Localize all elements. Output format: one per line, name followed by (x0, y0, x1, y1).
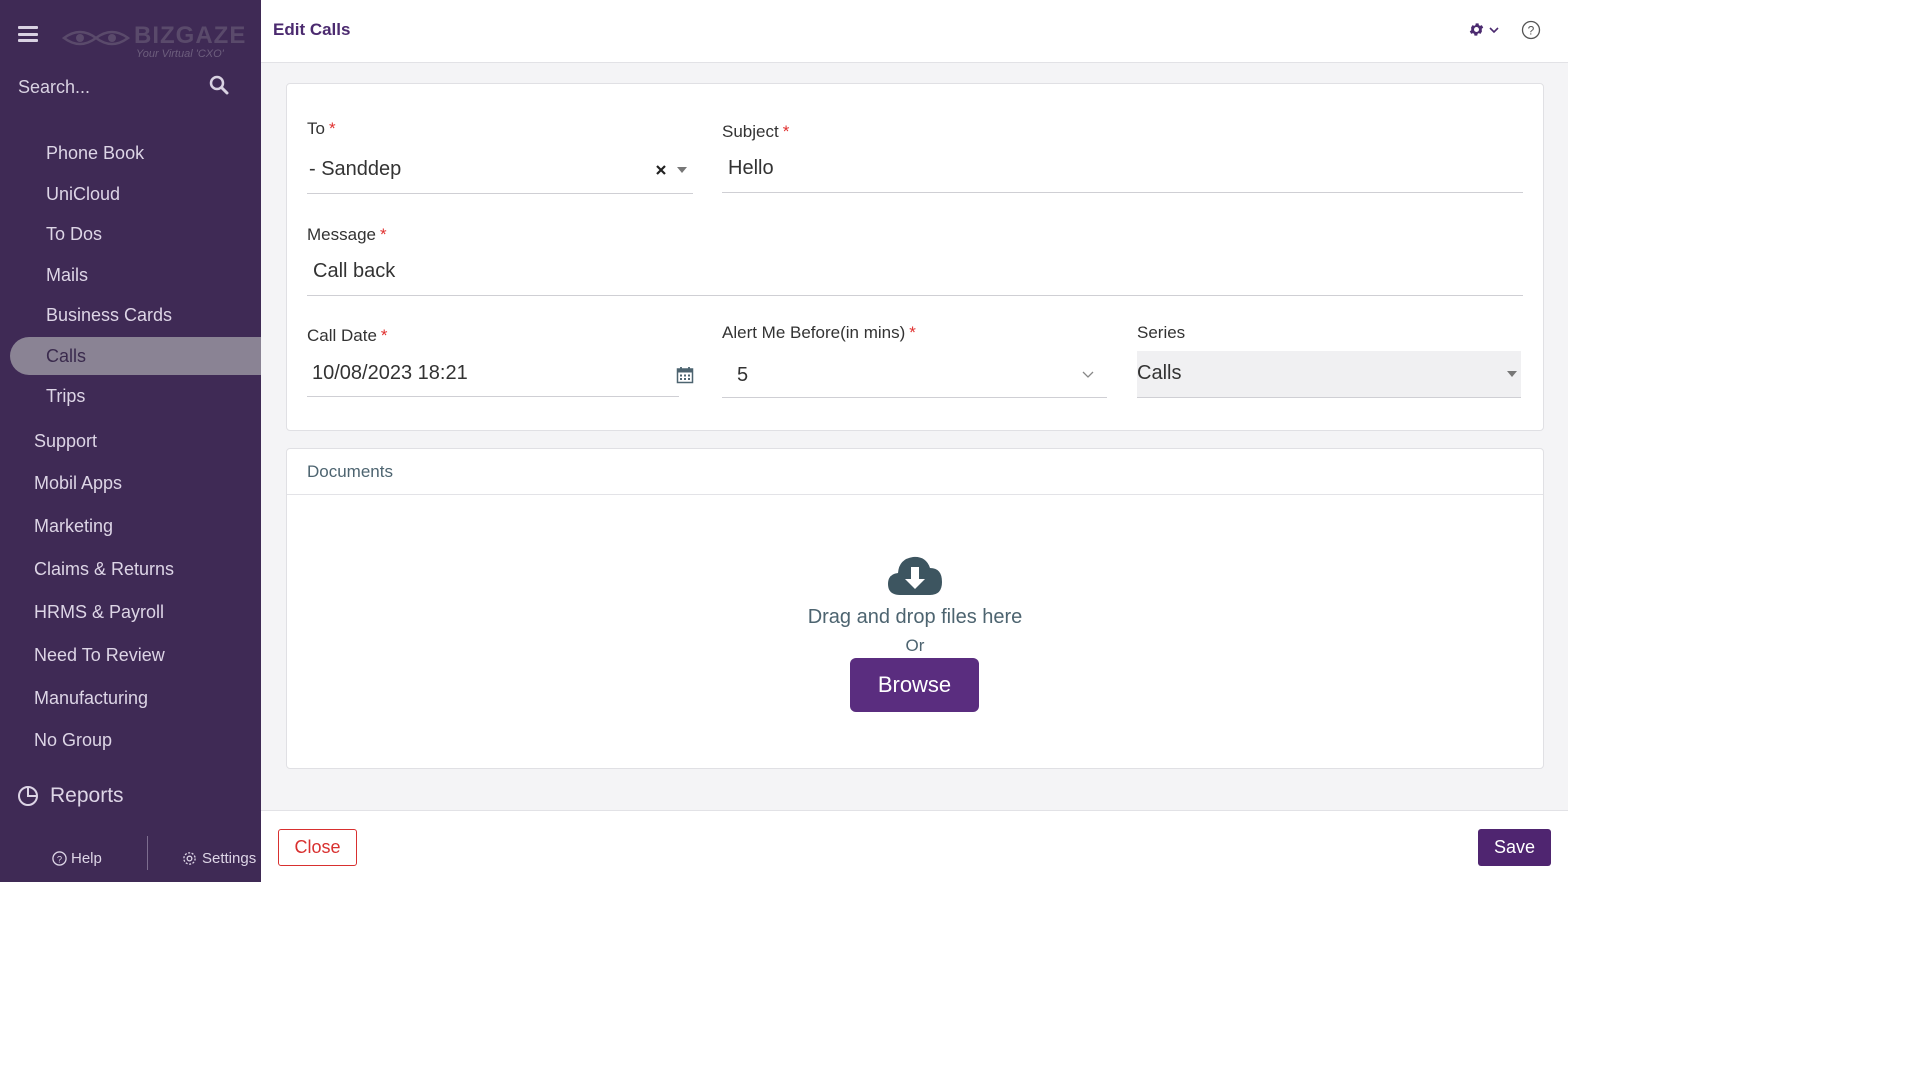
browse-button[interactable]: Browse (850, 658, 979, 712)
alert-label: Alert Me Before(in mins) * (722, 323, 916, 342)
message-input[interactable]: Call back (307, 250, 1523, 296)
to-value: - Sanddep (309, 158, 402, 180)
page-footer: Close Save (261, 810, 1568, 883)
settings-label: Settings (202, 850, 257, 867)
sidebar-item-unicloud[interactable]: UniCloud (10, 175, 261, 213)
documents-title: Documents (307, 462, 393, 481)
svg-text:?: ? (1528, 24, 1535, 38)
chevron-down-icon (1082, 371, 1094, 378)
call-date-value: 10/08/2023 18:21 (312, 362, 468, 384)
sidebar-item-trips[interactable]: Trips (10, 377, 261, 415)
to-select[interactable]: - Sanddep (307, 147, 693, 194)
help-icon[interactable]: ? (1521, 20, 1541, 40)
file-drop-zone[interactable]: Drag and drop files here Or Browse (287, 495, 1543, 767)
or-text: Or (905, 636, 925, 655)
sidebar-reports[interactable]: Reports (16, 780, 124, 812)
settings-link[interactable]: Settings (182, 850, 256, 867)
gear-icon (1469, 23, 1484, 36)
sidebar-item-to-dos[interactable]: To Dos (10, 215, 261, 253)
help-link[interactable]: ? Help (52, 850, 102, 867)
sidebar-item-phone-book[interactable]: Phone Book (10, 134, 261, 172)
sidebar-group-need-to-review[interactable]: Need To Review (34, 641, 165, 669)
app-logo: BIZGAZE Your Virtual 'CXO' (62, 12, 252, 60)
sidebar-footer: ? Help Settings (0, 836, 261, 882)
caret-down-icon[interactable] (677, 166, 687, 174)
documents-header: Documents (287, 449, 1543, 495)
sidebar-group-support[interactable]: Support (34, 427, 97, 455)
message-label: Message * (307, 225, 387, 244)
sidebar-item-business-cards[interactable]: Business Cards (10, 296, 261, 334)
brand-tagline: Your Virtual 'CXO' (136, 48, 224, 60)
calendar-icon[interactable] (676, 366, 694, 384)
series-select[interactable]: Calls (1137, 351, 1521, 398)
page-title: Edit Calls (273, 20, 351, 39)
call-date-input[interactable]: 10/08/2023 18:21 (307, 350, 679, 397)
subject-value: Hello (728, 157, 774, 179)
alert-value: 5 (737, 364, 749, 386)
sidebar-group-no-group[interactable]: No Group (34, 726, 112, 754)
call-form: To * - Sanddep Subject * Hello Message * Ca… (286, 83, 1544, 431)
footer-divider (147, 836, 148, 870)
reports-icon (18, 786, 38, 806)
drop-text: Drag and drop files here (807, 606, 1023, 628)
main-panel: Edit Calls ? To * - Sanddep Subject * He… (261, 0, 1568, 883)
sidebar-group-claims-returns[interactable]: Claims & Returns (34, 555, 174, 583)
sidebar-item-mails[interactable]: Mails (10, 256, 261, 294)
sidebar-topbar: BIZGAZE Your Virtual 'CXO' (0, 0, 261, 68)
series-value: Calls (1137, 362, 1182, 384)
call-date-label: Call Date * (307, 326, 388, 345)
close-button[interactable]: Close (278, 829, 357, 866)
alert-select[interactable]: 5 (722, 350, 1107, 398)
subject-label: Subject * (722, 122, 790, 141)
sidebar: BIZGAZE Your Virtual 'CXO' Phone Book Un… (0, 0, 261, 882)
to-label: To * (307, 119, 336, 138)
reports-label: Reports (50, 784, 124, 807)
page-header: Edit Calls ? (261, 0, 1568, 63)
help-circle-icon: ? (52, 851, 67, 866)
settings-dropdown[interactable] (1468, 21, 1499, 38)
search-icon[interactable] (209, 75, 229, 95)
logo-eyes-icon (62, 30, 130, 46)
sidebar-group-mobil-apps[interactable]: Mobil Apps (34, 469, 122, 497)
save-button[interactable]: Save (1478, 829, 1551, 866)
svg-text:?: ? (57, 854, 62, 864)
menu-icon[interactable] (18, 26, 38, 42)
sidebar-group-hrms-payroll[interactable]: HRMS & Payroll (34, 598, 164, 626)
search-input[interactable] (16, 72, 200, 102)
cloud-download-icon (888, 556, 942, 595)
series-label: Series (1137, 323, 1186, 342)
help-label: Help (71, 850, 102, 867)
brand-name: BIZGAZE (134, 22, 247, 49)
chevron-down-icon (1489, 26, 1499, 33)
sidebar-search (0, 68, 261, 104)
sidebar-item-calls[interactable]: Calls (10, 337, 261, 375)
message-value: Call back (313, 260, 396, 282)
caret-down-icon (1507, 371, 1517, 377)
sidebar-group-marketing[interactable]: Marketing (34, 512, 113, 540)
gear-icon (183, 852, 196, 865)
documents-section: Documents Drag and drop files here Or Br… (286, 448, 1544, 769)
sidebar-group-manufacturing[interactable]: Manufacturing (34, 684, 148, 712)
clear-icon[interactable] (655, 164, 667, 176)
subject-input[interactable]: Hello (722, 147, 1523, 193)
